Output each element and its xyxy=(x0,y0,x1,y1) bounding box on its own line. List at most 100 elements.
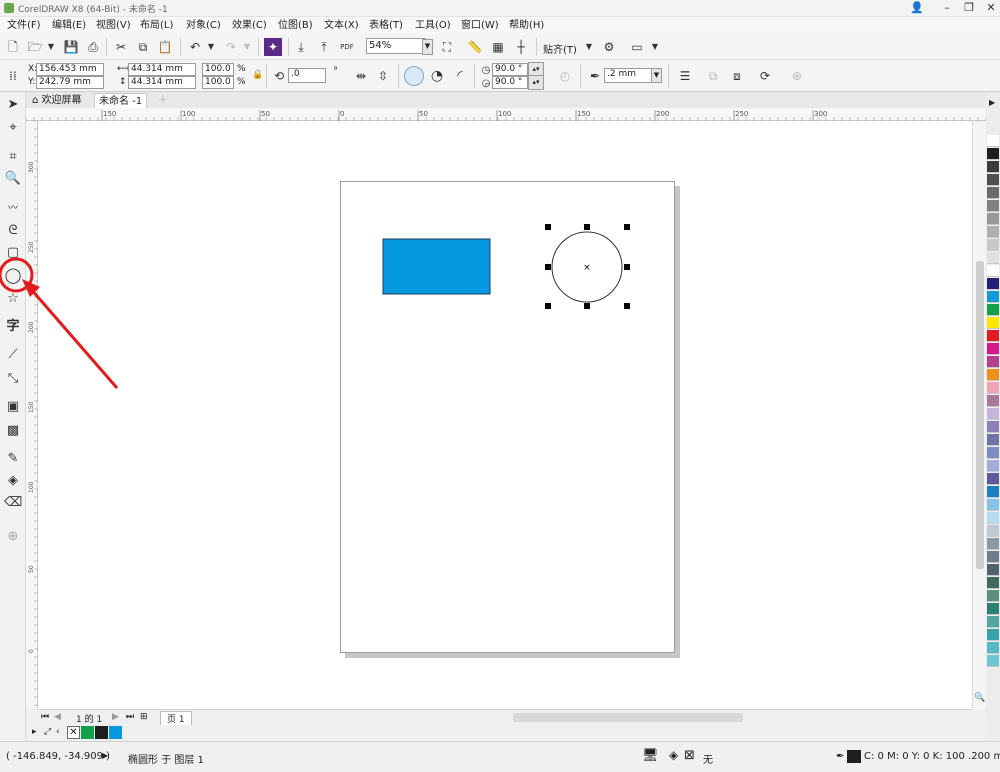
eyedropper-small-icon[interactable]: ⤢ xyxy=(44,727,51,737)
no-color-swatch[interactable]: ✕ xyxy=(67,726,80,739)
outline-width-input[interactable]: .2 mm xyxy=(604,68,652,83)
palette-swatch[interactable] xyxy=(987,343,999,355)
guidelines-icon[interactable]: ┼ xyxy=(512,38,530,56)
prev-page-icon[interactable]: ◀ xyxy=(54,712,61,722)
height-input[interactable]: 44.314 mm xyxy=(128,76,196,89)
pie-mode-icon[interactable]: ◔ xyxy=(428,67,446,85)
palette-swatch[interactable] xyxy=(987,603,999,615)
palette-menu-icon[interactable]: ▸ xyxy=(32,727,37,737)
black-swatch[interactable] xyxy=(95,726,108,739)
zoom-tool-icon[interactable]: 🔍 xyxy=(4,170,22,188)
palette-swatch[interactable] xyxy=(987,135,999,147)
full-screen-icon[interactable]: ⛶ xyxy=(438,38,456,56)
palette-swatch[interactable] xyxy=(987,642,999,654)
menu-layout[interactable]: 布局(L) xyxy=(140,18,173,33)
snap-dropdown-icon[interactable]: ▼ xyxy=(580,38,598,56)
green-swatch[interactable] xyxy=(81,726,94,739)
menu-table[interactable]: 表格(T) xyxy=(369,18,403,33)
palette-swatch[interactable] xyxy=(987,174,999,186)
convert-to-curves-icon[interactable]: ⟳ xyxy=(756,67,774,85)
account-icon[interactable]: 👤 xyxy=(906,0,928,16)
width-input[interactable]: 44.314 mm xyxy=(128,63,196,76)
menu-view[interactable]: 视图(V) xyxy=(96,18,131,33)
next-page-icon[interactable]: ▶ xyxy=(112,712,119,722)
palette-swatch[interactable] xyxy=(987,408,999,420)
ellipse-tool-icon[interactable]: ◯ xyxy=(4,266,22,284)
drawing-canvas[interactable]: × xyxy=(38,121,972,709)
menu-bitmaps[interactable]: 位图(B) xyxy=(278,18,313,33)
star-tool-icon[interactable]: ☆ xyxy=(4,290,22,308)
object-origin-icon[interactable]: ⁞⁞ xyxy=(4,67,22,85)
drawing-page[interactable] xyxy=(340,181,675,653)
palette-swatch[interactable] xyxy=(987,278,999,290)
palette-swatch[interactable] xyxy=(987,161,999,173)
add-icon[interactable]: ⊕ xyxy=(788,67,806,85)
rectangle-tool-icon[interactable]: ▢ xyxy=(4,244,22,262)
rotation-input[interactable]: .0 xyxy=(288,68,326,83)
print-icon[interactable]: ⎙ xyxy=(84,38,102,56)
palette-swatch[interactable] xyxy=(987,564,999,576)
zoom-dropdown-icon[interactable]: ▼ xyxy=(422,39,433,55)
menu-object[interactable]: 对象(C) xyxy=(186,18,221,33)
arc-mode-icon[interactable]: ◜ xyxy=(451,67,469,85)
blue-swatch[interactable] xyxy=(109,726,122,739)
to-back-icon[interactable]: ⧈ xyxy=(728,67,746,85)
menu-file[interactable]: 文件(F) xyxy=(7,18,41,33)
restore-button[interactable]: ❐ xyxy=(958,0,980,16)
eyedropper-icon[interactable]: ✎ xyxy=(4,450,22,468)
save-icon[interactable]: 💾 xyxy=(62,38,80,56)
vertical-scroll-thumb[interactable] xyxy=(976,261,984,569)
start-angle-input[interactable]: 90.0 ° xyxy=(492,63,528,76)
snap-to-menu[interactable]: 贴齐(T) xyxy=(543,41,577,56)
horizontal-scrollbar[interactable] xyxy=(513,713,743,722)
launch-dropdown-icon[interactable]: ▼ xyxy=(646,38,664,56)
pick-tool-icon[interactable]: ➤ xyxy=(4,96,22,114)
palette-swatch[interactable] xyxy=(987,551,999,563)
palette-swatch[interactable] xyxy=(987,148,999,160)
menu-effects[interactable]: 效果(C) xyxy=(232,18,267,33)
palette-swatch[interactable] xyxy=(987,213,999,225)
zoom-small-icon[interactable]: 🔍 xyxy=(974,693,985,703)
mirror-horizontal-icon[interactable]: ⇹ xyxy=(352,67,370,85)
rotate-icon[interactable]: ⟲ xyxy=(270,67,288,85)
text-wrap-icon[interactable]: ☰ xyxy=(676,67,694,85)
last-page-icon[interactable]: ⏭ xyxy=(126,712,134,722)
zoom-level-input[interactable]: 54% xyxy=(366,38,426,54)
search-content-icon[interactable]: ✦ xyxy=(264,38,282,56)
rulers-icon[interactable]: 📏 xyxy=(466,38,484,56)
launch-icon[interactable]: ▭ xyxy=(628,38,646,56)
cut-icon[interactable]: ✂ xyxy=(112,38,130,56)
palette-swatch[interactable] xyxy=(987,629,999,641)
y-position-input[interactable]: 242.79 mm xyxy=(36,76,104,89)
fill-bucket-icon[interactable]: ◈ xyxy=(669,748,678,762)
palette-swatch[interactable] xyxy=(987,616,999,628)
palette-swatch[interactable] xyxy=(987,265,999,277)
palette-swatch[interactable] xyxy=(987,239,999,251)
publish-pdf-icon[interactable]: PDF xyxy=(338,38,356,56)
palette-swatch[interactable] xyxy=(987,486,999,498)
palette-swatch[interactable] xyxy=(987,187,999,199)
crop-tool-icon[interactable]: ⌗ xyxy=(4,148,22,166)
tab-document[interactable]: 未命名 -1 xyxy=(94,93,148,108)
grid-icon[interactable]: ▦ xyxy=(489,38,507,56)
paste-icon[interactable]: 📋 xyxy=(156,38,174,56)
chevron-down-icon[interactable]: ▼ xyxy=(42,38,60,56)
palette-swatch[interactable] xyxy=(987,226,999,238)
shape-tool-icon[interactable]: ⌖ xyxy=(4,119,22,137)
palette-swatch[interactable] xyxy=(987,395,999,407)
menu-tools[interactable]: 工具(O) xyxy=(415,18,451,33)
x-position-input[interactable]: 156.453 mm xyxy=(36,63,104,76)
palette-swatch[interactable] xyxy=(987,200,999,212)
palette-swatch[interactable] xyxy=(987,460,999,472)
freehand-tool-icon[interactable]: 〰 xyxy=(4,200,22,218)
palette-swatch[interactable] xyxy=(987,317,999,329)
smart-fill-icon[interactable]: ⌫ xyxy=(4,494,22,512)
menu-window[interactable]: 窗口(W) xyxy=(461,18,499,33)
end-angle-spinner[interactable]: ▴▾ xyxy=(528,75,544,90)
palette-swatch[interactable] xyxy=(987,356,999,368)
palette-expand-icon[interactable]: ▶ xyxy=(989,98,995,107)
palette-swatch[interactable] xyxy=(987,382,999,394)
vertical-ruler[interactable]: 300 250 200 150 100 50 0 xyxy=(26,121,38,708)
text-tool-icon[interactable]: 字 xyxy=(4,318,22,336)
redo-dropdown-icon[interactable]: ▼ xyxy=(238,38,256,56)
